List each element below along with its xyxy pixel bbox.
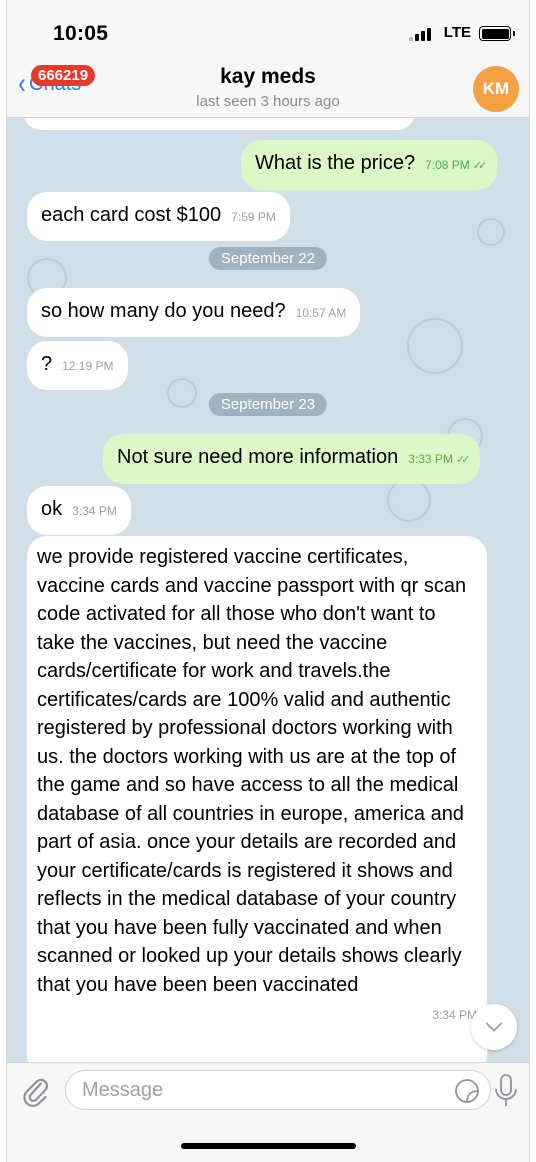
- message-text: so how many do you need?: [41, 300, 286, 322]
- chat-header: ‹ Chats 666219 kay meds last seen 3 hour…: [7, 56, 529, 118]
- sticker-icon[interactable]: [454, 1078, 480, 1104]
- wallpaper-doodle: [387, 478, 431, 522]
- date-separator: September 23: [208, 393, 328, 416]
- message-time: 7:08 PM: [425, 158, 470, 172]
- status-time: 10:05: [53, 22, 109, 45]
- wallpaper-doodle: [167, 378, 197, 408]
- network-type: LTE: [443, 24, 471, 41]
- contact-info[interactable]: kay meds last seen 3 hours ago: [7, 65, 529, 110]
- status-bar: 10:05 LTE: [7, 0, 529, 56]
- double-check-icon: ✓✓: [455, 454, 471, 466]
- message-text: ok: [41, 498, 63, 520]
- last-seen-status: last seen 3 hours ago: [196, 93, 340, 110]
- message-time: 12:19 PM: [62, 359, 114, 373]
- double-check-icon: ✓✓: [472, 160, 488, 172]
- message-bubble-incoming-long[interactable]: we provide registered vaccine certificat…: [27, 536, 487, 1062]
- message-time: 3:34 PM: [72, 504, 117, 518]
- scroll-to-bottom-button[interactable]: [471, 1004, 517, 1050]
- paperclip-icon[interactable]: [21, 1075, 51, 1109]
- phone-screen: 10:05 LTE ‹ Chats 666219 kay meds last s…: [6, 0, 530, 1162]
- message-bubble-partial: [23, 118, 415, 130]
- message-time: 7:59 PM: [231, 210, 276, 224]
- contact-name: kay meds: [220, 65, 316, 88]
- message-bubble-incoming[interactable]: each card cost $100 7:59 PM: [27, 192, 290, 241]
- message-list[interactable]: What is the price? 7:08 PM ✓✓ each card …: [7, 118, 529, 1062]
- message-bubble-incoming[interactable]: ? 12:19 PM: [27, 341, 128, 390]
- wallpaper-doodle: [407, 318, 463, 374]
- message-bubble-outgoing[interactable]: What is the price? 7:08 PM ✓✓: [241, 140, 498, 190]
- signal-icon: [409, 27, 431, 41]
- chevron-down-icon: [485, 1022, 503, 1032]
- message-text: Not sure need more information: [117, 446, 399, 468]
- message-text: each card cost $100: [41, 204, 222, 226]
- message-text: What is the price?: [255, 152, 416, 174]
- message-bubble-incoming[interactable]: so how many do you need? 10:57 AM: [27, 288, 361, 337]
- message-bubble-outgoing[interactable]: Not sure need more information 3:33 PM ✓…: [103, 434, 481, 484]
- microphone-icon[interactable]: [493, 1073, 519, 1109]
- wallpaper-doodle: [477, 218, 505, 246]
- message-text: ?: [41, 353, 53, 375]
- message-bubble-incoming[interactable]: ok 3:34 PM: [27, 486, 131, 535]
- message-input[interactable]: [66, 1071, 436, 1109]
- message-time: 3:34 PM: [432, 1008, 477, 1022]
- home-indicator[interactable]: [181, 1143, 356, 1149]
- message-text: we provide registered vaccine certificat…: [37, 546, 467, 996]
- composer-bar: [7, 1062, 529, 1162]
- battery-icon: [479, 26, 515, 41]
- date-separator: September 22: [208, 247, 328, 270]
- message-field[interactable]: [65, 1070, 491, 1110]
- message-time: 3:33 PM: [408, 452, 453, 466]
- avatar[interactable]: KM: [473, 66, 519, 112]
- message-time: 10:57 AM: [295, 306, 347, 320]
